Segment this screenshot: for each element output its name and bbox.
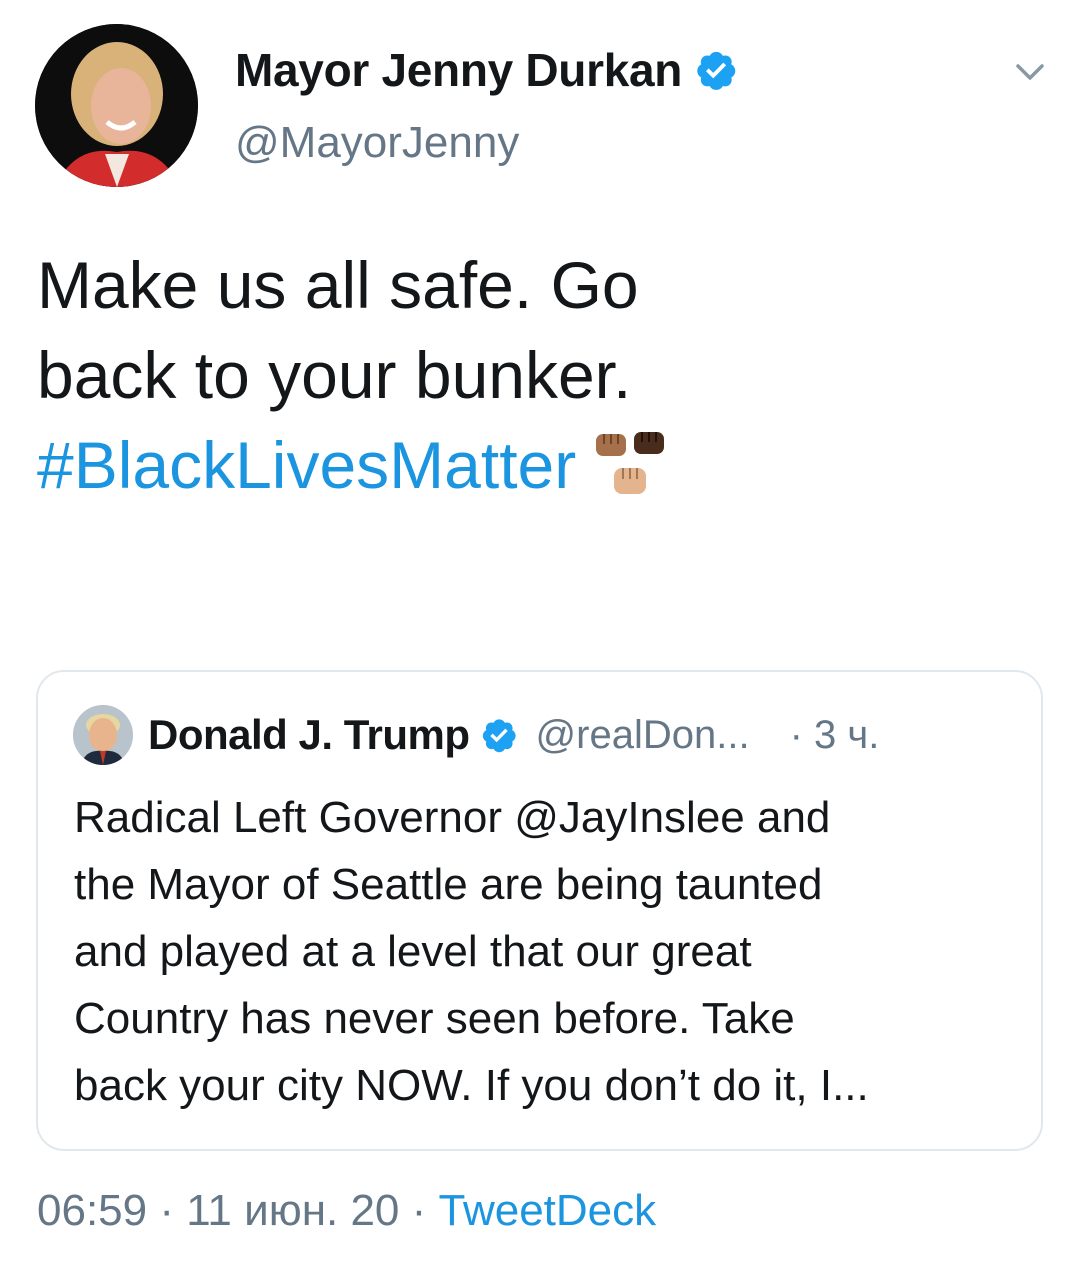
- author-display-name[interactable]: Mayor Jenny Durkan: [235, 43, 682, 97]
- quoted-tweet-time[interactable]: · 3 ч.: [790, 713, 880, 758]
- chevron-down-icon[interactable]: [1010, 52, 1050, 92]
- quoted-text-line: Country has never seen before. Take: [74, 994, 795, 1043]
- quoted-tweet-text: Radical Left Governor @JayInslee and the…: [74, 784, 1024, 1119]
- tweet-source-link[interactable]: TweetDeck: [439, 1186, 657, 1235]
- tweet-timestamp[interactable]: 06:59: [37, 1186, 147, 1235]
- quoted-text-line: the Mayor of Seattle are being taunted: [74, 860, 823, 909]
- tweet-date[interactable]: 11 июн. 20: [186, 1186, 399, 1235]
- quoted-author-display-name[interactable]: Donald J. Trump: [148, 711, 470, 759]
- quoted-author-handle[interactable]: @realDon...: [536, 713, 750, 758]
- verified-badge-icon: [697, 51, 736, 90]
- quoted-tweet-header: Donald J. Trump @realDon... · 3 ч.: [148, 702, 879, 768]
- tweet-text-line: Make us all safe. Go: [37, 248, 639, 322]
- tweet-text: Make us all safe. Go back to your bunker…: [37, 240, 1037, 510]
- quoted-text-line: Radical Left Governor @JayInslee and: [74, 793, 831, 842]
- tweet-hashtag-line: #BlackLivesMatter: [37, 420, 1037, 510]
- avatar-photo: [35, 24, 198, 187]
- quoted-text-line: back your city NOW. If you don’t do it, …: [74, 1061, 869, 1110]
- hashtag-link[interactable]: #BlackLivesMatter: [37, 428, 576, 502]
- tweet-metadata: 06:59 · 11 июн. 20 · TweetDeck: [37, 1186, 656, 1236]
- author-name-row[interactable]: Mayor Jenny Durkan: [235, 38, 738, 102]
- quoted-author-avatar[interactable]: [73, 705, 133, 765]
- tweet-text-line: back to your bunker.: [37, 338, 632, 412]
- author-avatar[interactable]: [35, 24, 198, 187]
- raised-fists-icon: [596, 432, 665, 494]
- verified-badge-icon: [482, 719, 516, 753]
- meta-separator: ·: [147, 1186, 187, 1235]
- meta-separator: ·: [399, 1186, 439, 1235]
- avatar-photo: [73, 705, 133, 765]
- author-handle[interactable]: @MayorJenny: [235, 118, 519, 168]
- quoted-text-line: and played at a level that our great: [74, 927, 752, 976]
- quoted-tweet-card[interactable]: Donald J. Trump @realDon... · 3 ч. Radic…: [36, 670, 1043, 1151]
